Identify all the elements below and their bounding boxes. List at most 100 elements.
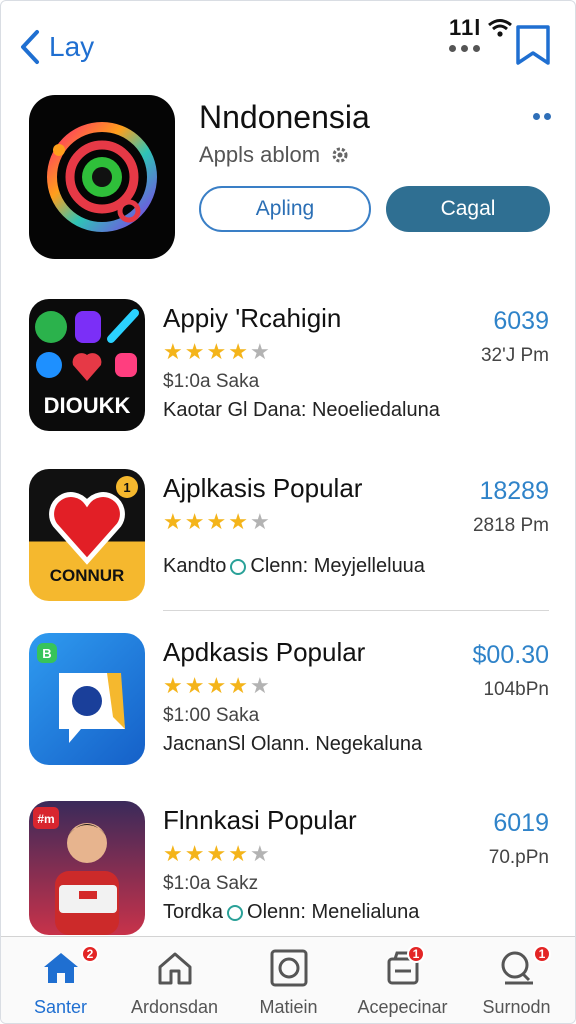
- star-icon: ★: [163, 339, 183, 364]
- app-name: Flnnkasi Popular: [163, 805, 357, 835]
- tab-badge: 2: [81, 945, 99, 963]
- hero-outline-button[interactable]: Apling: [199, 186, 371, 232]
- tab-surnodn[interactable]: 1 Surnodn: [459, 937, 574, 1023]
- top-bar: Lay 11l: [1, 1, 575, 81]
- tab-label: Ardonsdan: [130, 997, 219, 1017]
- tab-label: Acepecinar: [357, 997, 448, 1017]
- bookmark-icon[interactable]: [513, 23, 553, 67]
- app-time: 70.pPn: [488, 847, 549, 868]
- app-name: Ajplkasis Popular: [163, 473, 363, 503]
- more-options-icon[interactable]: [533, 113, 551, 120]
- app-price[interactable]: 6019: [493, 809, 549, 838]
- divider: [163, 610, 549, 611]
- app-developer: Tordka Olenn: Menelialuna: [163, 901, 419, 924]
- search-icon: [501, 951, 533, 985]
- status-dots-icon: [449, 45, 480, 52]
- hero-app-subtitle: Appls ablom: [199, 142, 350, 168]
- star-icon: ★: [184, 673, 205, 698]
- developer-badge-icon: [230, 558, 247, 575]
- app-price[interactable]: 6039: [493, 307, 549, 336]
- app-developer: Kaotar Gl Dana: Neoeliedaluna: [163, 399, 440, 422]
- tab-label: Matiein: [259, 997, 318, 1017]
- tab-label: Surnodn: [482, 997, 551, 1017]
- star-icon: ★: [228, 841, 248, 866]
- star-icon: ★: [249, 841, 270, 866]
- developer-badge-icon: [227, 904, 244, 921]
- star-icon: ★: [206, 509, 227, 534]
- app-icon-text: CONNUR: [50, 566, 125, 585]
- developer-text: Kandto: [163, 555, 227, 577]
- tab-badge: 1: [407, 945, 425, 963]
- app-size: $1:0a Sakz: [163, 873, 259, 894]
- app-price[interactable]: 18289: [479, 477, 549, 506]
- square-box-icon: [270, 949, 307, 987]
- app-developer: Kandto Clenn: Meyjelleluua: [163, 555, 425, 578]
- tab-badge: 1: [533, 945, 551, 963]
- chevron-left-icon: [21, 30, 39, 64]
- app-time: 32'J Pm: [480, 345, 549, 366]
- hero-app-title: Nndonensia: [199, 99, 370, 135]
- star-icon: ★: [206, 841, 227, 866]
- star-icon: ★: [163, 509, 183, 534]
- tab-santer[interactable]: 2 Santer: [3, 937, 118, 1023]
- star-icon: ★: [163, 841, 183, 866]
- back-button[interactable]: Lay: [19, 29, 94, 65]
- app-developer: JacnanSl Olann. Negekaluna: [163, 733, 422, 756]
- app-price[interactable]: $00.30: [473, 641, 549, 670]
- signal-text: 11l: [449, 15, 482, 40]
- star-rating: ★ ★ ★ ★ ★: [163, 843, 270, 865]
- app-icon: #m: [29, 801, 145, 935]
- star-icon: ★: [184, 339, 205, 364]
- list-item[interactable]: #m Flnnkasi Popular ★ ★ ★ ★ ★ $1:0a Sakz Tor…: [1, 801, 575, 951]
- app-name: Apdkasis Popular: [163, 637, 366, 667]
- app-time: 2818 Pm: [472, 515, 549, 536]
- star-rating: ★ ★ ★ ★ ★: [163, 675, 270, 697]
- status-indicators: 11l: [449, 15, 513, 41]
- hero-solid-button[interactable]: Cagal: [386, 186, 550, 232]
- star-icon: ★: [249, 509, 270, 534]
- star-rating: ★ ★ ★ ★ ★: [163, 511, 270, 533]
- list-item[interactable]: B Apdkasis Popular ★ ★ ★ ★ ★ $1:00 Saka Jacn…: [1, 633, 575, 783]
- tab-matiein[interactable]: Matiein: [231, 937, 346, 1023]
- app-size: $1:0a Saka: [163, 371, 260, 392]
- star-icon: ★: [184, 509, 205, 534]
- home-outline-icon: [158, 952, 191, 985]
- developer-text: Clenn: Meyjelleluua: [250, 555, 425, 577]
- star-icon: ★: [206, 339, 227, 364]
- app-name: Appiy 'Rcahigin: [163, 303, 342, 333]
- star-icon: ★: [206, 673, 227, 698]
- star-icon: ★: [249, 673, 270, 698]
- app-store-screen: Lay 11l Nndonensia Appls ablom Apling Ca…: [0, 0, 576, 1024]
- wifi-icon: [488, 19, 513, 37]
- tab-label: Santer: [33, 997, 88, 1017]
- gear-icon: [332, 147, 348, 163]
- app-icon: B: [29, 633, 145, 765]
- back-label: Lay: [49, 31, 95, 62]
- star-icon: ★: [228, 339, 248, 364]
- app-icon: 1 CONNUR: [29, 469, 145, 601]
- star-icon: ★: [228, 509, 248, 534]
- star-icon: ★: [249, 339, 270, 364]
- developer-text: Tordka: [163, 901, 224, 923]
- app-icon-text: DIOUKK: [44, 393, 131, 418]
- home-filled-icon: [43, 953, 78, 983]
- developer-text: Kaotar Gl Dana: Neoeliedaluna: [163, 399, 440, 421]
- app-time: 104bPn: [483, 679, 549, 700]
- svg-text:1: 1: [123, 480, 130, 495]
- tab-acepecinar[interactable]: 1 Acepecinar: [345, 937, 460, 1023]
- bottom-tab-bar: 2 Santer Ardonsdan Matiein 1 Acepecinar: [1, 936, 575, 1023]
- star-rating: ★ ★ ★ ★ ★: [163, 341, 270, 363]
- developer-text: Olenn: Menelialuna: [247, 901, 420, 923]
- developer-text: JacnanSl Olann. Negekaluna: [163, 733, 423, 755]
- star-icon: ★: [184, 841, 205, 866]
- app-icon-text: #m: [37, 812, 54, 826]
- app-icon: DIOUKK: [29, 299, 145, 431]
- tab-ardonsdan[interactable]: Ardonsdan: [117, 937, 232, 1023]
- hero-subtitle-text: Appls ablom: [199, 142, 321, 167]
- list-item[interactable]: 1 CONNUR Ajplkasis Popular ★ ★ ★ ★ ★ Kandto …: [1, 469, 575, 619]
- hero-app-icon[interactable]: [29, 95, 175, 259]
- app-icon-text: B: [42, 646, 51, 661]
- star-icon: ★: [228, 673, 248, 698]
- list-item[interactable]: DIOUKK Appiy 'Rcahigin ★ ★ ★ ★ ★ $1:0a Saka …: [1, 299, 575, 449]
- star-icon: ★: [163, 673, 183, 698]
